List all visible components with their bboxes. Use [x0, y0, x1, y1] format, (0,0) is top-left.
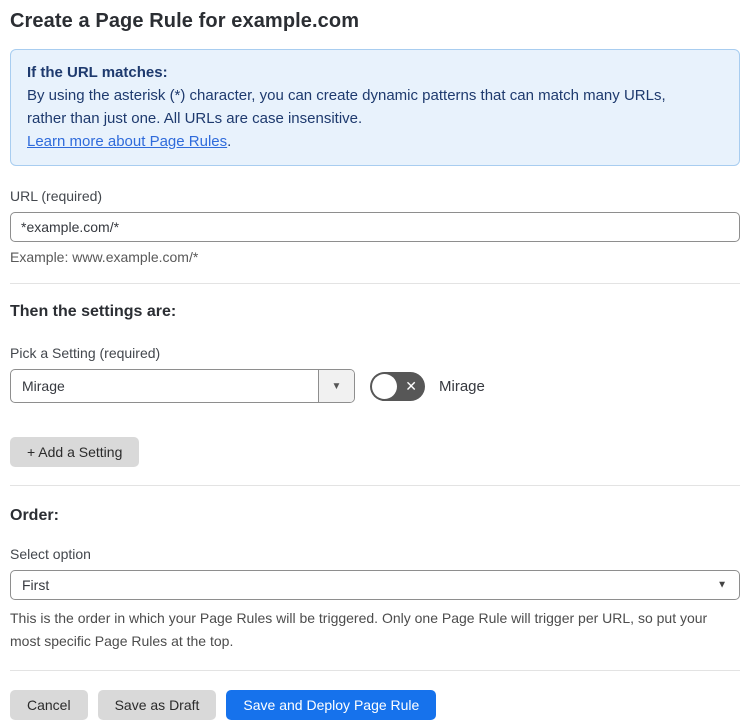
cancel-button[interactable]: Cancel: [10, 690, 88, 720]
add-setting-button[interactable]: + Add a Setting: [10, 437, 140, 467]
settings-section-heading: Then the settings are:: [10, 303, 177, 320]
select-option-label: Select option: [10, 546, 91, 562]
link-period: .: [227, 133, 232, 150]
page-title: Create a Page Rule for example.com: [10, 10, 360, 32]
caret-down-icon: ▼: [717, 579, 727, 591]
setting-select-value: Mirage: [22, 378, 65, 394]
url-field-label: URL (required): [10, 188, 103, 204]
pick-setting-label: Pick a Setting (required): [10, 345, 161, 361]
url-example-helper: Example: www.example.com/*: [10, 249, 199, 265]
setting-select[interactable]: Mirage ▼: [10, 369, 355, 403]
footer-divider: [10, 670, 740, 671]
order-helper-text: This is the order in which your Page Rul…: [10, 610, 708, 649]
footer-actions: Cancel Save as Draft Save and Deploy Pag…: [10, 690, 740, 720]
section-divider: [10, 485, 740, 486]
order-select-value: First: [22, 577, 50, 593]
caret-down-icon: ▼: [331, 380, 342, 392]
setting-row: Mirage ▼ ✕ Mirage: [10, 369, 740, 403]
url-matches-info-box: If the URL matches: By using the asteris…: [10, 49, 740, 166]
save-and-deploy-button[interactable]: Save and Deploy Page Rule: [226, 690, 437, 720]
page-rule-form: Create a Page Rule for example.com If th…: [0, 0, 750, 720]
info-box-link-row: Learn more about Page Rules.: [27, 130, 723, 153]
setting-select-dropdown-button[interactable]: ▼: [318, 370, 354, 402]
toggle-knob: [372, 373, 397, 399]
order-select[interactable]: First ▼: [10, 570, 740, 600]
learn-more-link[interactable]: Learn more about Page Rules: [27, 133, 227, 150]
save-as-draft-button[interactable]: Save as Draft: [97, 690, 217, 720]
info-box-body-line1: By using the asterisk (*) character, you…: [27, 87, 666, 104]
info-box-heading: If the URL matches:: [27, 64, 168, 81]
url-input[interactable]: [10, 212, 740, 242]
mirage-toggle[interactable]: ✕: [370, 371, 425, 401]
info-box-body-line2: rather than just one. All URLs are case …: [27, 110, 363, 127]
order-section-heading: Order:: [10, 507, 59, 524]
section-divider: [10, 283, 740, 284]
toggle-label: Mirage: [439, 377, 485, 395]
toggle-x-icon: ✕: [405, 378, 417, 394]
